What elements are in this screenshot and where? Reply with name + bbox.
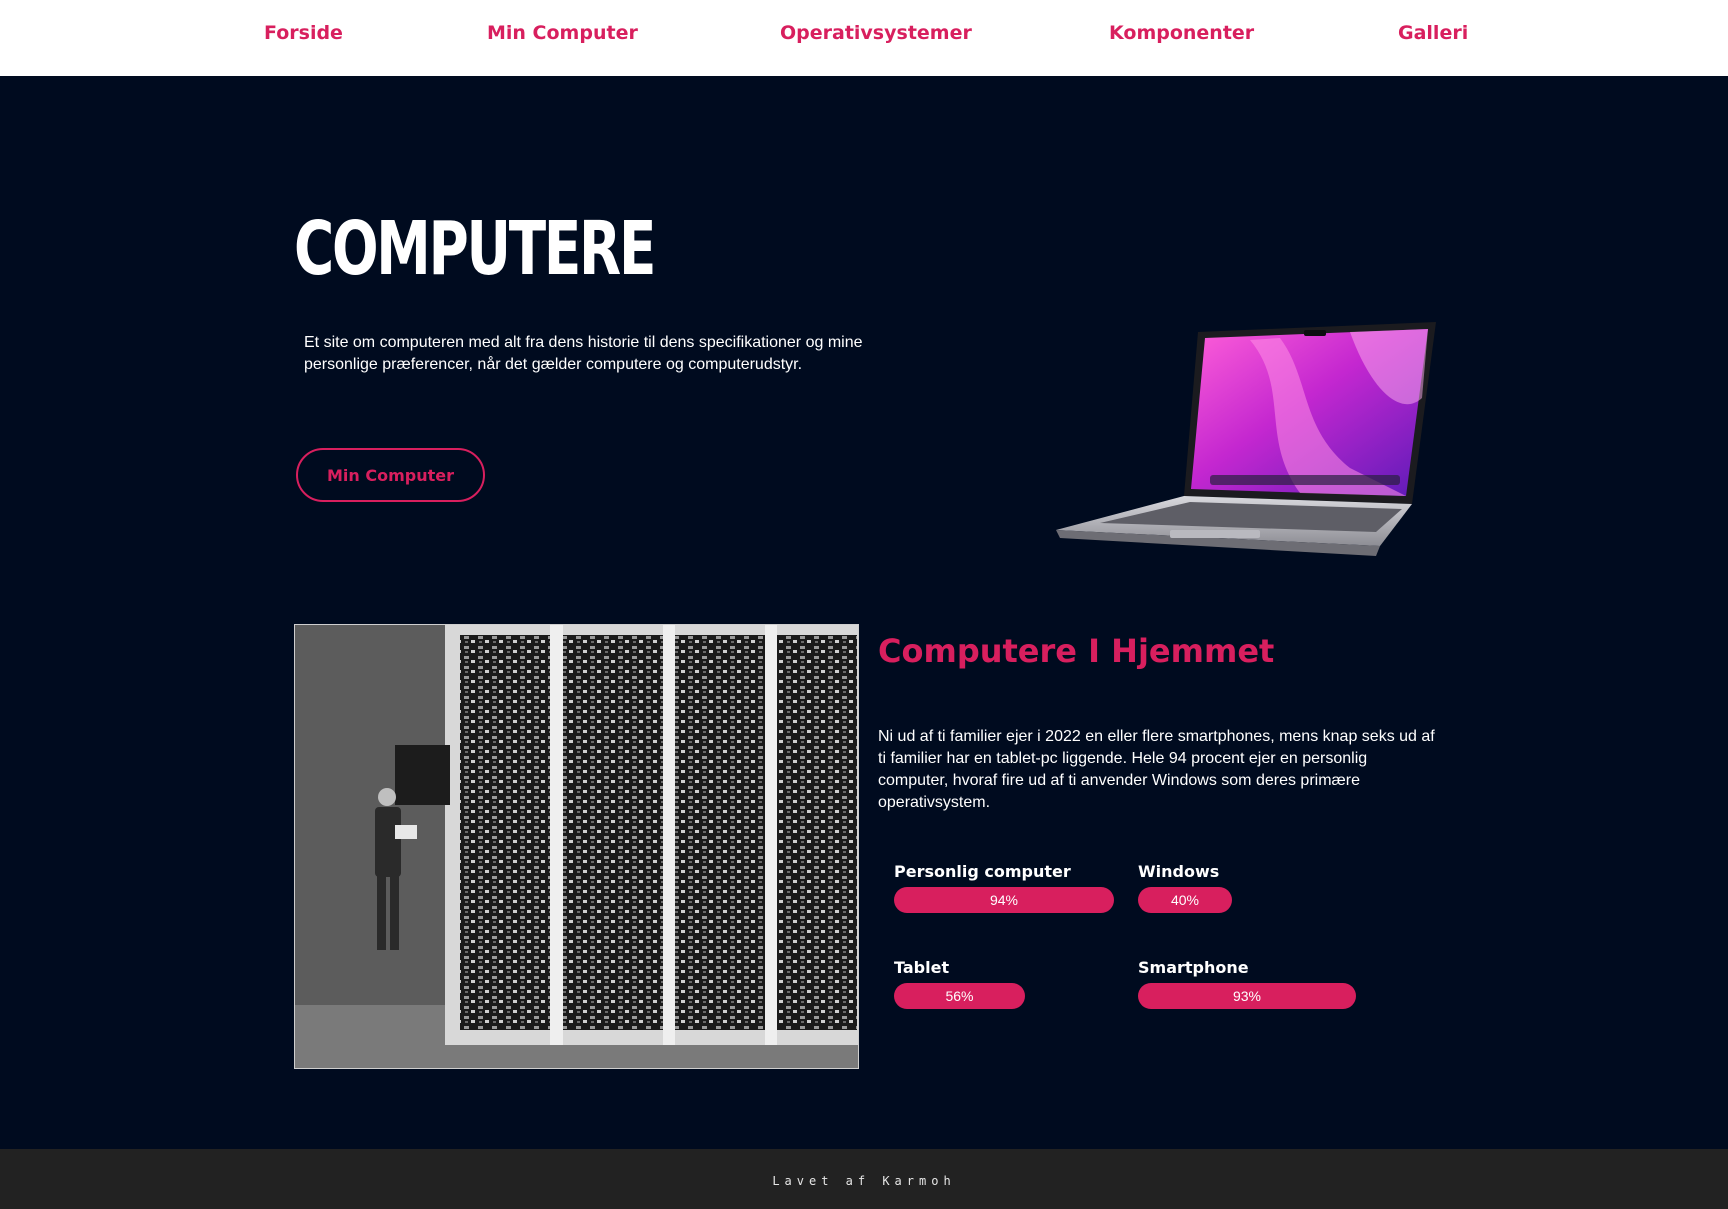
stat-label: Tablet xyxy=(894,958,950,977)
stat-bar: 56% xyxy=(894,983,1025,1009)
nav-link-operativsystemer[interactable]: Operativsystemer xyxy=(780,22,972,44)
stat-label: Smartphone xyxy=(1138,958,1249,977)
stat-bar: 93% xyxy=(1138,983,1356,1009)
stat-bar: 94% xyxy=(894,887,1114,913)
min-computer-button[interactable]: Min Computer xyxy=(296,448,485,502)
nav-link-komponenter[interactable]: Komponenter xyxy=(1109,22,1254,44)
stat-label: Personlig computer xyxy=(894,862,1071,881)
hero-description: Et site om computeren med alt fra dens h… xyxy=(304,334,863,373)
hero-title: COMPUTERE xyxy=(294,206,656,292)
stat-tablet: Tablet 56% xyxy=(894,958,1025,1009)
stat-personlig-computer: Personlig computer 94% xyxy=(894,862,1114,913)
top-navigation: Forside Min Computer Operativsystemer Ko… xyxy=(0,0,1728,76)
nav-link-galleri[interactable]: Galleri xyxy=(1398,22,1468,44)
stat-windows: Windows 40% xyxy=(1138,862,1232,913)
section-title: Computere I Hjemmet xyxy=(878,632,1275,670)
nav-link-min-computer[interactable]: Min Computer xyxy=(487,22,638,44)
laptop-image xyxy=(1056,322,1436,556)
stat-bar: 40% xyxy=(1138,887,1232,913)
nav-link-forside[interactable]: Forside xyxy=(264,22,343,44)
stat-label: Windows xyxy=(1138,862,1220,881)
section-description: Ni ud af ti familier ejer i 2022 en elle… xyxy=(878,728,1435,811)
footer: Lavet af Karmoh xyxy=(0,1149,1728,1209)
historic-computer-photo xyxy=(294,624,859,1069)
stat-smartphone: Smartphone 93% xyxy=(1138,958,1356,1009)
footer-credit: Lavet af Karmoh xyxy=(772,1174,956,1188)
